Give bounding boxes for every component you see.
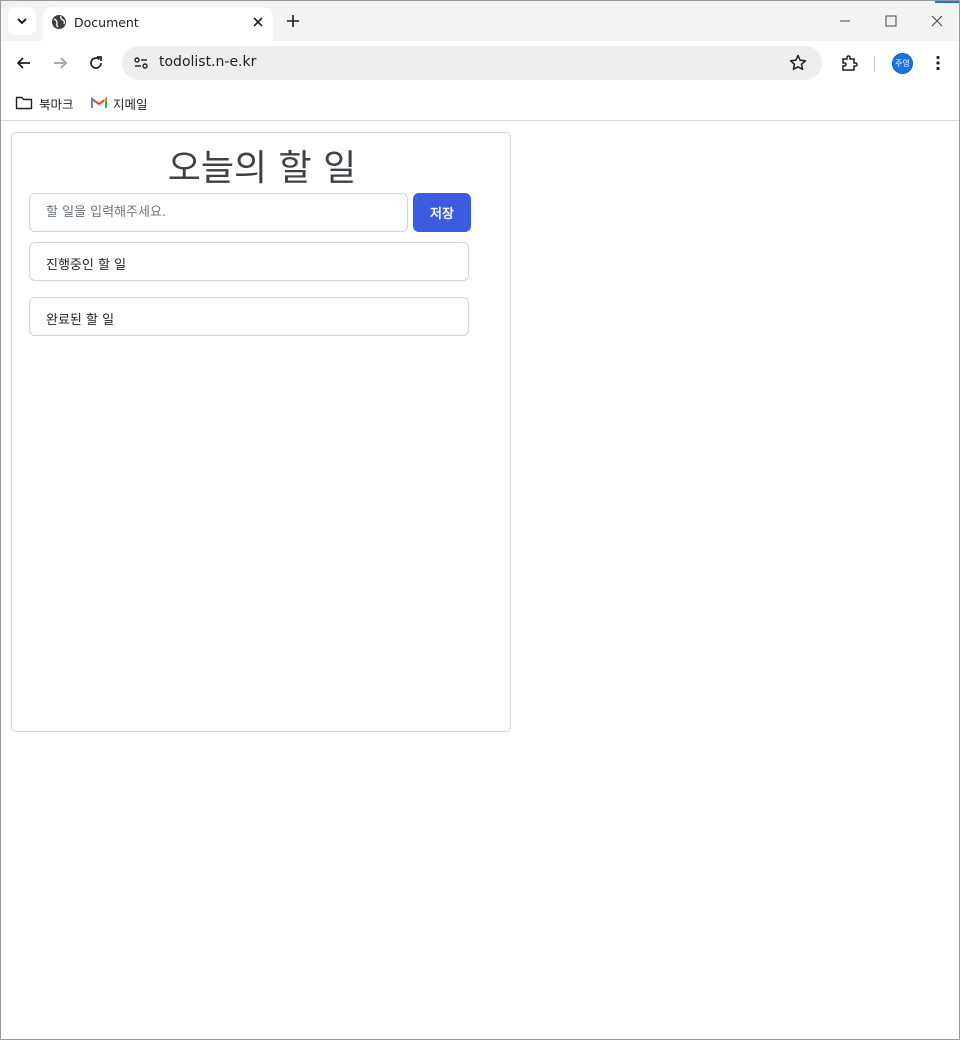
address-bar[interactable]: todolist.n-e.kr [122, 46, 822, 80]
page-title: 오늘의 할 일 [167, 148, 357, 189]
bookmark-star-icon[interactable] [788, 53, 808, 73]
window-close-icon[interactable] [927, 11, 947, 31]
minimize-icon[interactable] [835, 11, 855, 31]
gmail-icon [91, 97, 107, 108]
save-button[interactable]: 저장 [413, 193, 471, 232]
profile-initials: 주영 [895, 59, 910, 68]
completed-label: 완료된 할 일 [46, 313, 115, 328]
bookmark-label: 지메일 [113, 96, 148, 112]
reload-icon[interactable] [86, 53, 106, 73]
back-arrow-icon[interactable] [14, 53, 34, 73]
maximize-icon[interactable] [881, 11, 901, 31]
profile-avatar[interactable]: 주영 [892, 53, 913, 74]
bookmark-label: 북마크 [39, 96, 74, 112]
site-settings-icon[interactable] [130, 52, 152, 74]
folder-icon [15, 96, 33, 110]
in-progress-label: 진행중인 할 일 [46, 258, 127, 273]
tab-search-button[interactable] [8, 7, 36, 35]
close-icon[interactable] [249, 13, 267, 31]
forward-arrow-icon[interactable] [50, 53, 70, 73]
bookmark-folder[interactable]: 북마크 [15, 92, 74, 114]
new-tab-icon[interactable] [283, 11, 303, 31]
extensions-puzzle-icon[interactable] [839, 53, 859, 73]
tab-strip: Document [1, 1, 959, 41]
browser-toolbar: todolist.n-e.kr 주영 [1, 41, 959, 87]
tab-title: Document [74, 15, 139, 30]
kebab-menu-icon[interactable] [928, 53, 948, 73]
window-accent [935, 1, 959, 3]
toolbar-divider [874, 56, 875, 72]
tab-document[interactable]: Document [43, 7, 273, 41]
bookmark-gmail[interactable]: 지메일 [91, 92, 148, 114]
page-viewport: 오늘의 할 일 저장 진행중인 할 일 완료된 할 일 [1, 122, 959, 1039]
completed-section: 완료된 할 일 [29, 297, 469, 336]
todo-input[interactable] [29, 193, 408, 232]
bookmarks-bar: 북마크 지메일 [1, 87, 959, 121]
todo-card: 오늘의 할 일 저장 진행중인 할 일 완료된 할 일 [11, 132, 511, 732]
browser-window: Document todolist.n-e.kr 주영 북마크 지메일 오늘의 … [0, 0, 960, 1040]
url-text: todolist.n-e.kr [159, 54, 257, 70]
chevron-down-icon [17, 18, 27, 25]
globe-icon [52, 15, 66, 29]
in-progress-section: 진행중인 할 일 [29, 242, 469, 281]
